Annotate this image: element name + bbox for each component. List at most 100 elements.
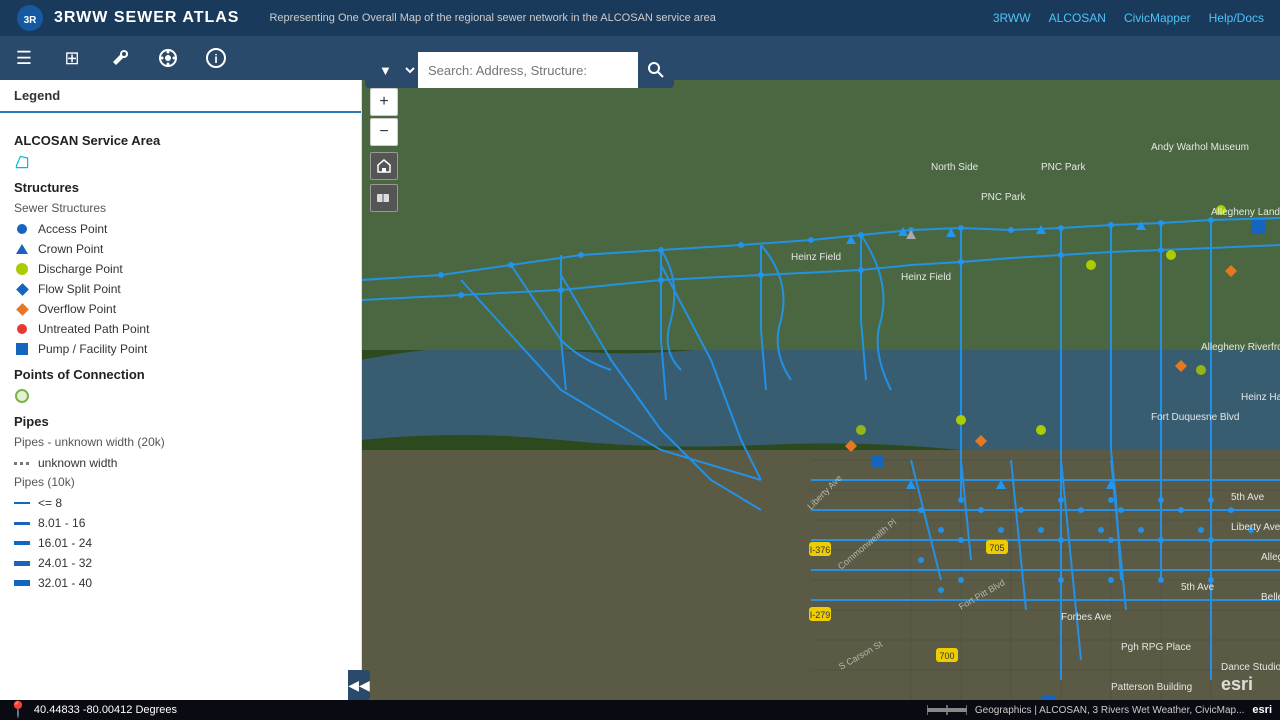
pipe-16-icon [14,515,30,531]
svg-text:I-376: I-376 [810,545,831,555]
esri-logo: esri [1252,704,1272,716]
svg-text:Andy Warhol Museum: Andy Warhol Museum [1151,142,1249,153]
filter-button[interactable] [152,42,184,74]
overflow-point-label: Overflow Point [38,302,116,316]
svg-text:Bellefield Ave: Bellefield Ave [1261,592,1280,603]
pipe-40-label: 32.01 - 40 [38,576,92,590]
sidebar-panel: Legend ALCOSAN Service Area Structures S… [0,80,362,700]
svg-text:Dance Studio: Dance Studio [1221,662,1280,673]
search-bar: ▼ [365,52,674,88]
legend-tab[interactable]: Legend [0,80,361,113]
search-button[interactable] [638,52,674,88]
svg-text:Forbes Ave: Forbes Ave [1061,612,1112,623]
untreated-path-icon [14,321,30,337]
nav-civicmapper[interactable]: CivicMapper [1124,11,1191,25]
sidebar-collapse-button[interactable]: ◀◀ [348,670,370,700]
pipe-dotted-icon [14,455,30,471]
legend-pipe-40: 32.01 - 40 [14,575,347,591]
svg-text:5th Ave: 5th Ave [1231,492,1265,503]
home-button[interactable] [370,152,398,180]
app-subtitle: Representing One Overall Map of the regi… [269,12,715,24]
map-controls: + − [370,88,398,212]
pipe-32-icon [14,555,30,571]
pipes-unknown-subtitle: Pipes - unknown width (20k) [14,435,347,449]
discharge-point-icon [14,261,30,277]
layers-button[interactable]: ⊞ [56,42,88,74]
legend-flow-split: Flow Split Point [14,281,347,297]
svg-text:Heinz Field: Heinz Field [791,252,841,263]
crown-point-icon [14,241,30,257]
legend-alcosan-shape [14,154,347,170]
map-background: Heinz Field Heinz Field North Side PNC P… [362,80,1280,700]
svg-text:Heinz Field: Heinz Field [901,272,951,283]
svg-text:3R: 3R [24,15,38,26]
coordinates-bar: 📍 40.44833 -80.00412 Degrees Geographics… [0,700,1280,720]
legend-pipe-32: 24.01 - 32 [14,555,347,571]
wrench-icon [110,48,130,68]
map-container[interactable]: Heinz Field Heinz Field North Side PNC P… [362,80,1280,700]
svg-text:North Side: North Side [931,162,979,173]
svg-text:Liberty Ave: Liberty Ave [1231,522,1280,533]
legend-discharge-point: Discharge Point [14,261,347,277]
svg-text:I-279: I-279 [810,610,831,620]
nav-3rww[interactable]: 3RWW [993,11,1031,25]
svg-text:i: i [214,52,217,66]
flow-split-label: Flow Split Point [38,282,121,296]
menu-button[interactable]: ☰ [8,42,40,74]
discharge-point-label: Discharge Point [38,262,123,276]
pump-facility-label: Pump / Facility Point [38,342,147,356]
pipe-32-label: 24.01 - 32 [38,556,92,570]
pipe-8-label: <= 8 [38,496,62,510]
header-nav: 3RWW ALCOSAN CivicMapper Help/Docs [993,11,1264,25]
zoom-out-button[interactable]: − [370,118,398,146]
app-header: 3R 3RWW SEWER ATLAS Representing One Ove… [0,0,1280,36]
coordinates-text: 40.44833 -80.00412 Degrees [34,704,177,716]
legend-poc [14,388,347,404]
svg-text:700: 700 [939,651,954,661]
flow-split-icon [14,281,30,297]
legend-pump-facility: Pump / Facility Point [14,341,347,357]
map-attribution: Geographics | ALCOSAN, 3 Rivers Wet Weat… [975,705,1245,716]
overflow-point-icon [14,301,30,317]
home-icon [376,158,392,174]
access-point-label: Access Point [38,222,107,236]
eraser-button[interactable] [370,184,398,212]
info-icon: i [206,48,226,68]
map-overlay: Heinz Field Heinz Field North Side PNC P… [362,80,1280,700]
pipe-24-label: 16.01 - 24 [38,536,92,550]
poc-icon [14,388,30,404]
untreated-path-label: Untreated Path Point [38,322,149,336]
filter-icon [158,48,178,68]
zoom-in-button[interactable]: + [370,88,398,116]
edit-button[interactable] [104,42,136,74]
svg-text:Allegheny Landing Park: Allegheny Landing Park [1211,207,1280,218]
nav-alcosan[interactable]: ALCOSAN [1049,11,1106,25]
legend-untreated-path: Untreated Path Point [14,321,347,337]
svg-text:Allegheny: Allegheny [1261,552,1280,563]
search-input[interactable] [418,52,638,88]
service-area-svg [14,152,30,172]
pump-facility-icon [14,341,30,357]
legend-overflow-point: Overflow Point [14,301,347,317]
svg-text:Patterson Building: Patterson Building [1111,682,1192,693]
svg-text:Pgh RPG Place: Pgh RPG Place [1121,642,1191,653]
access-point-icon [14,221,30,237]
svg-text:esri: esri [1221,674,1253,694]
nav-help[interactable]: Help/Docs [1209,11,1264,25]
alcosan-shape-icon [14,154,30,170]
pipe-8-icon [14,495,30,511]
section-poc: Points of Connection [14,367,347,382]
info-button[interactable]: i [200,42,232,74]
svg-text:PNC Park: PNC Park [981,192,1026,203]
pipe-unknown-label: unknown width [38,456,117,470]
app-title: 3RWW SEWER ATLAS [54,9,239,27]
crown-point-label: Crown Point [38,242,103,256]
pipes-10k-subtitle: Pipes (10k) [14,475,347,489]
pipe-16-label: 8.01 - 16 [38,516,85,530]
pipe-24-icon [14,535,30,551]
section-alcosan: ALCOSAN Service Area [14,133,347,148]
legend-pipe-unknown: unknown width [14,455,347,471]
search-type-dropdown[interactable]: ▼ [365,52,418,88]
svg-text:Fort Duquesne Blvd: Fort Duquesne Blvd [1151,412,1239,423]
legend-crown-point: Crown Point [14,241,347,257]
